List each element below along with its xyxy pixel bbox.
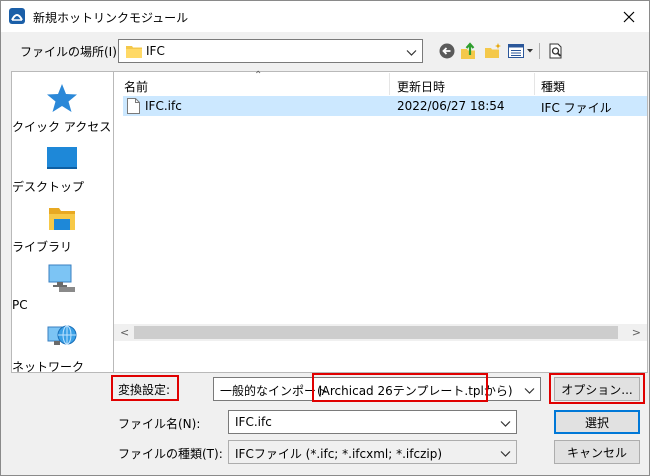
- desktop-icon: [45, 142, 79, 174]
- up-folder-button[interactable]: [459, 41, 479, 61]
- new-folder-button[interactable]: [483, 41, 503, 61]
- archicad-app-icon: [9, 8, 25, 24]
- place-desktop[interactable]: デスクトップ: [12, 142, 112, 194]
- computer-icon: [45, 262, 79, 294]
- horizontal-scrollbar[interactable]: < >: [114, 324, 647, 341]
- view-list-icon: [508, 44, 533, 58]
- view-menu-button[interactable]: [507, 41, 535, 61]
- close-icon: [623, 11, 635, 22]
- scroll-left-arrow-icon[interactable]: <: [120, 326, 129, 339]
- filetype-value: IFCファイル (*.ifc; *.ifcxml; *.ifczip): [235, 447, 443, 461]
- column-separator[interactable]: [534, 73, 535, 95]
- library-icon: [45, 202, 79, 234]
- new-folder-icon: [485, 43, 501, 58]
- chevron-down-icon: [406, 46, 417, 60]
- place-network[interactable]: ネットワーク: [12, 322, 112, 374]
- lookin-dropdown[interactable]: IFC: [118, 39, 423, 63]
- column-header-date[interactable]: 更新日時: [397, 78, 445, 95]
- lookin-value: IFC: [146, 44, 165, 58]
- network-icon: [45, 322, 79, 354]
- cancel-button[interactable]: キャンセル: [554, 440, 640, 464]
- file-type-cell: IFC ファイル: [541, 101, 612, 115]
- up-folder-icon: [461, 42, 475, 59]
- window-title: 新規ホットリンクモジュール: [33, 11, 189, 25]
- file-document-icon: [127, 98, 140, 117]
- back-button[interactable]: [437, 41, 457, 61]
- close-button[interactable]: [609, 1, 649, 32]
- column-header-type[interactable]: 種類: [541, 78, 565, 95]
- filetype-label: ファイルの種類(T):: [118, 447, 223, 461]
- file-list[interactable]: ⌃ 名前 更新日時 種類 IFC.ifc 2022/06/27 18:54 IF…: [113, 70, 648, 373]
- file-date-cell: 2022/06/27 18:54: [397, 99, 505, 113]
- column-header-name[interactable]: 名前: [124, 78, 148, 95]
- chevron-down-icon: [500, 417, 511, 431]
- back-arrow-icon: [439, 43, 455, 59]
- filetype-dropdown[interactable]: IFCファイル (*.ifc; *.ifcxml; *.ifczip): [228, 440, 517, 464]
- folder-icon: [126, 44, 142, 61]
- sort-ascending-icon: ⌃: [254, 70, 263, 81]
- preview-button[interactable]: [546, 41, 566, 61]
- places-bar: クイック アクセス デスクトップ ライブラリ PC ネットワーク: [11, 71, 113, 374]
- highlight-box: [549, 373, 645, 404]
- column-separator[interactable]: [389, 73, 390, 95]
- star-icon: [45, 82, 79, 114]
- scrollbar-thumb[interactable]: [134, 326, 618, 339]
- file-row[interactable]: IFC.ifc 2022/06/27 18:54 IFC ファイル: [123, 96, 647, 116]
- filename-label: ファイル名(N):: [118, 417, 201, 431]
- highlight-box: [312, 373, 488, 402]
- filename-value: IFC.ifc: [235, 415, 272, 429]
- dialog-window: 新規ホットリンクモジュール ファイルの場所(I): IFC クイック アクセス …: [0, 0, 650, 476]
- preview-icon: [549, 43, 562, 59]
- chevron-down-icon: [524, 384, 535, 398]
- toolbar-divider: [539, 43, 540, 59]
- scroll-right-arrow-icon[interactable]: >: [632, 326, 641, 339]
- conversion-label: 変換設定:: [118, 383, 171, 397]
- place-libraries[interactable]: ライブラリ: [12, 202, 112, 254]
- select-button[interactable]: 選択: [554, 410, 640, 434]
- filename-input[interactable]: IFC.ifc: [228, 410, 517, 434]
- lookin-label: ファイルの場所(I):: [20, 45, 121, 59]
- chevron-down-icon: [500, 447, 511, 461]
- place-pc[interactable]: PC: [12, 262, 112, 312]
- place-quick-access[interactable]: クイック アクセス: [12, 82, 112, 134]
- title-bar: 新規ホットリンクモジュール: [1, 1, 649, 32]
- file-name-cell: IFC.ifc: [145, 99, 182, 113]
